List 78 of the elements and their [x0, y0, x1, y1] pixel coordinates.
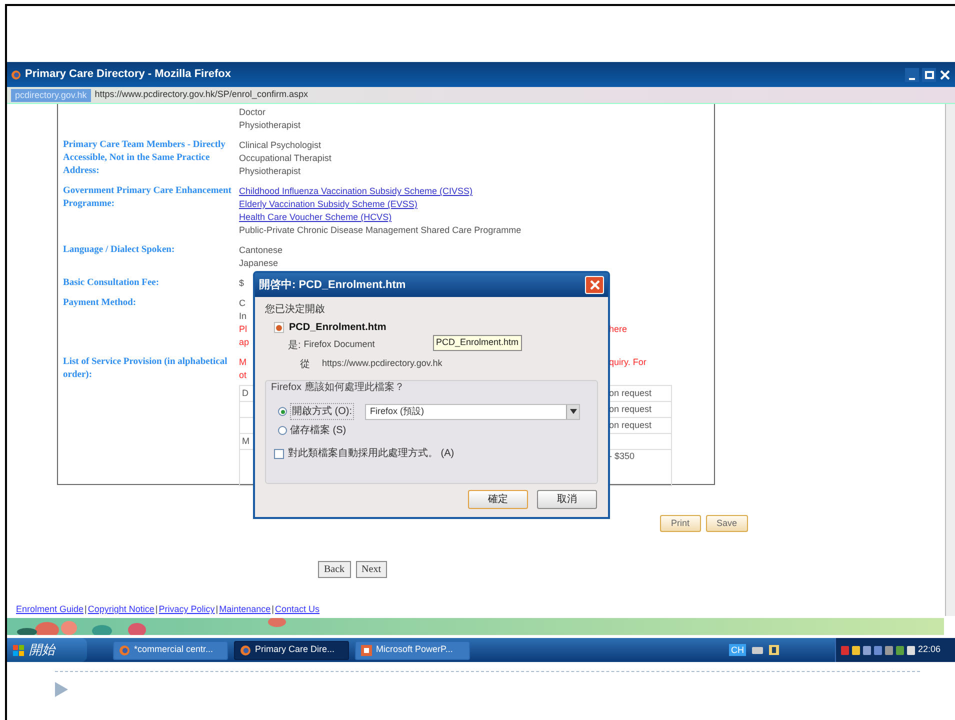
field-label: Payment Method: [63, 297, 138, 310]
field-label: Primary Care Team Members - Directly Accessible, Not in the Same Practice Address: [63, 139, 226, 178]
checkbox[interactable] [274, 448, 284, 458]
close-button[interactable] [939, 68, 951, 82]
field-value: Public-Private Chronic Disease Management Shared Care Programme [239, 224, 522, 237]
nav-button[interactable]: Back [318, 561, 351, 578]
page-button[interactable]: Save [706, 515, 748, 532]
footer-link[interactable]: Copyright Notice [88, 603, 154, 616]
field-value: Doctor [239, 106, 266, 119]
radio-button[interactable] [278, 407, 287, 416]
field-value: Firefox Document [304, 338, 375, 351]
dialog-text: 您已決定開啟 [265, 302, 326, 317]
field-label: 是: [288, 339, 301, 353]
field-value: ot [239, 369, 247, 382]
link[interactable]: Childhood Influenza Vaccination Subsidy Scheme (CIVSS) [239, 185, 472, 198]
presentation-icon [361, 644, 372, 656]
dialog-title: 開啓中: PCD_Enrolment.htm [259, 278, 406, 293]
help-icon[interactable] [769, 645, 779, 655]
field-value: Japanese [239, 257, 278, 270]
field-value: quiry. For [609, 356, 648, 369]
taskbar-button[interactable]: *commercial centr... [113, 640, 228, 660]
field-value: Clinical Psychologist [239, 139, 322, 152]
link-separator: | [84, 603, 88, 616]
radio-button[interactable] [278, 426, 287, 435]
link-separator: | [215, 603, 220, 616]
firefox-icon [11, 70, 21, 80]
field-label: Language / Dialect Spoken: [63, 244, 176, 257]
field-value: ap [239, 336, 250, 349]
link[interactable]: Elderly Vaccination Subsidy Scheme (EVSS) [239, 198, 418, 211]
maximize-button[interactable] [922, 68, 936, 82]
tooltip: PCD_Enrolment.htm [433, 335, 522, 350]
field-value: Occupational Therapist [239, 152, 332, 165]
firefox-icon [240, 644, 251, 656]
field-value: $ [239, 277, 244, 290]
file-name: PCD_Enrolment.htm [289, 321, 386, 335]
link[interactable]: Health Care Voucher Scheme (HCVS) [239, 211, 392, 224]
page-button[interactable]: Print [660, 515, 701, 532]
dropdown[interactable]: Firefox (預設) [365, 404, 580, 420]
link-separator: | [270, 603, 276, 616]
dialog-button[interactable]: 取消 [537, 490, 597, 509]
field-label: Basic Consultation Fee: [63, 277, 160, 290]
field-value: https://www.pcdirectory.gov.hk [322, 357, 442, 370]
option-label[interactable]: 開啟方式 (O): [290, 403, 354, 420]
field-value: Cantonese [239, 244, 283, 257]
footer-link[interactable]: Enrolment Guide [16, 603, 84, 616]
field-value: M [239, 356, 246, 369]
nav-button[interactable]: Next [356, 561, 387, 578]
firefox-icon [119, 644, 130, 656]
field-value: Physiotherapist [239, 165, 301, 178]
start-button[interactable]: 開始 [7, 638, 87, 662]
field-value: In [239, 310, 247, 323]
close-button[interactable] [585, 276, 604, 294]
dialog-button[interactable]: 確定 [468, 490, 528, 509]
clock: 22:06 [918, 643, 941, 656]
footer-link[interactable]: Privacy Policy [158, 603, 215, 616]
close-icon [590, 280, 600, 290]
keyboard-icon[interactable] [752, 646, 763, 654]
checkbox-label[interactable]: 對此類檔案自動採用此處理方式。 (A) [288, 446, 454, 461]
footer-link[interactable]: Maintenance [219, 603, 271, 616]
link-separator: | [154, 603, 159, 616]
field-value: Pl [239, 323, 248, 336]
url-text: https://www.pcdirectory.gov.hk/SP/enrol_confirm.aspx [94, 88, 308, 102]
windows-logo-icon [13, 644, 24, 656]
taskbar-button[interactable]: Microsoft PowerP... [355, 640, 470, 660]
file-icon [274, 322, 284, 333]
address-bar[interactable]: pcdirectory.gov.hk https://www.pcdirectory.gov.hk/SP/enrol_confirm.aspx [7, 87, 955, 104]
field-label: List of Service Provision (in alphabetical order): [63, 356, 228, 382]
taskbar-button[interactable]: Primary Care Dire... [234, 640, 349, 660]
field-label: Government Primary Care Enhancement Programme: [63, 185, 232, 211]
minimize-button[interactable] [905, 68, 919, 82]
bullet-arrow-icon [55, 682, 68, 697]
field-value: Physiotherapist [239, 119, 301, 132]
window-title: Primary Care Directory - Mozilla Firefox [25, 67, 232, 82]
field-label: 從 [300, 358, 310, 372]
field-value: C [239, 297, 246, 310]
option-label[interactable]: 儲存檔案 (S) [290, 423, 346, 438]
scrollbar[interactable] [945, 104, 955, 616]
footer-link[interactable]: Contact Us [275, 603, 320, 616]
